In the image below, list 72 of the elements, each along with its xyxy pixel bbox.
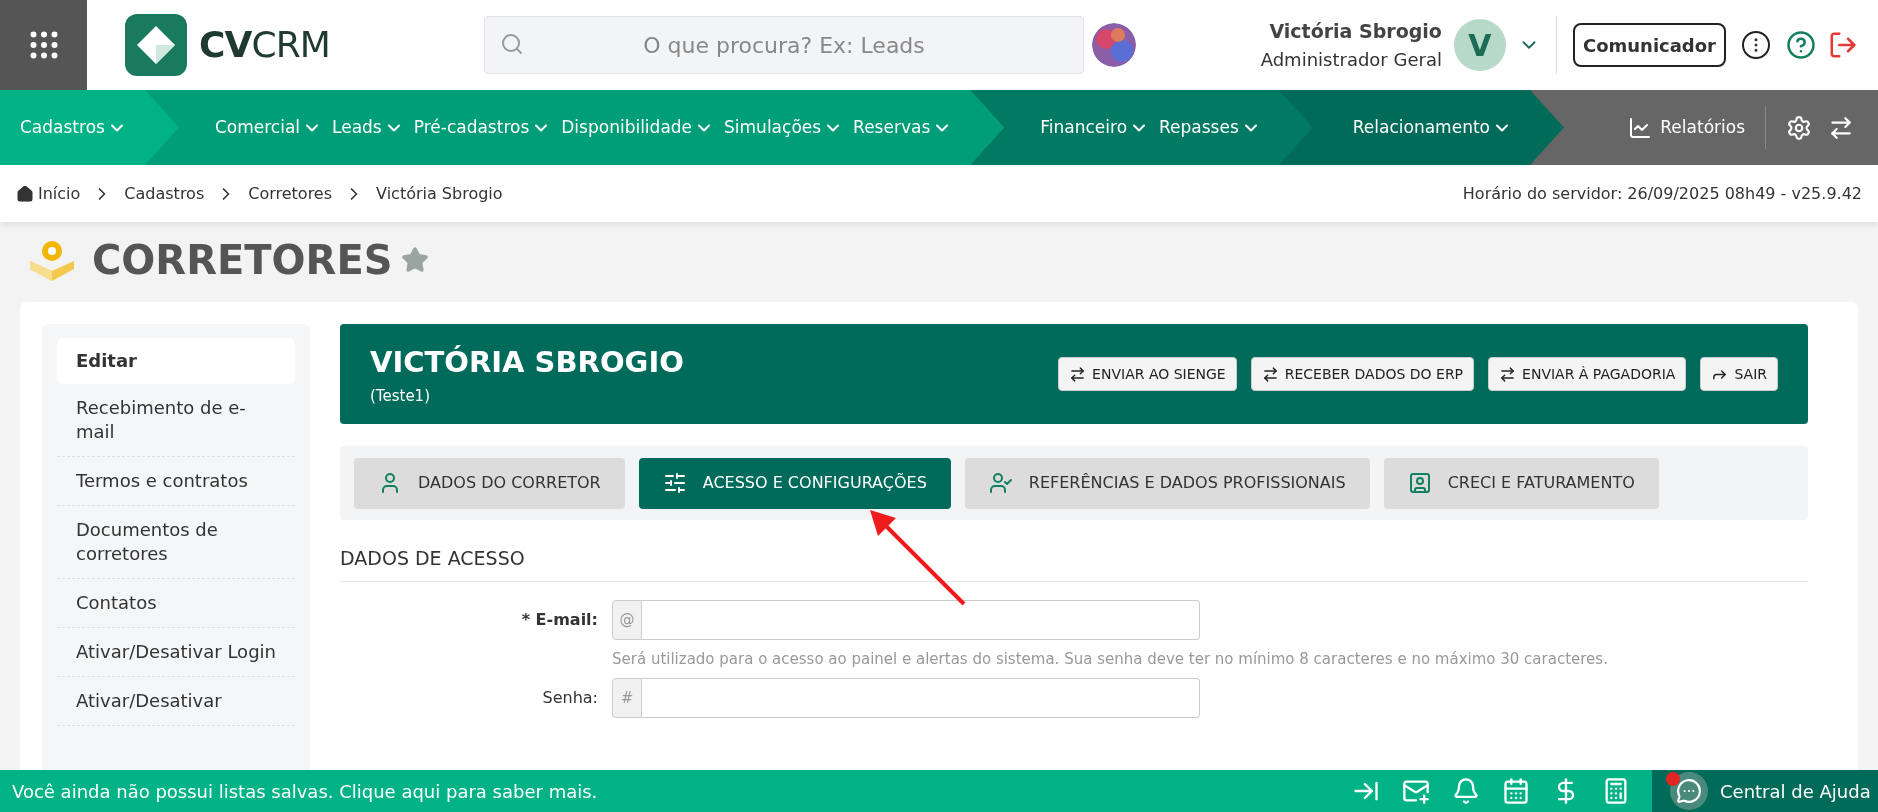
profile-subtitle: (Teste1) xyxy=(370,385,431,407)
input-addon: @ xyxy=(612,599,642,640)
tab[interactable]: REFERÊNCIAS E DADOS PROFISSIONAIS xyxy=(964,457,1370,509)
swap-icon xyxy=(1069,365,1087,383)
user-avatar[interactable]: V xyxy=(1453,19,1506,71)
chevron-icon xyxy=(936,123,949,132)
chart-icon xyxy=(1628,115,1653,140)
breadcrumb-link[interactable]: Início xyxy=(38,181,81,206)
help-icon[interactable] xyxy=(1786,30,1816,60)
search-field[interactable]: O que procura? Ex: Leads xyxy=(484,16,1084,74)
nav-menu-item[interactable]: Financeiro xyxy=(1040,114,1146,141)
sliders-icon xyxy=(662,471,687,495)
user-role: Administrador Geral xyxy=(1260,47,1442,72)
sidebar-item[interactable]: Ativar/Desativar Login xyxy=(57,628,295,677)
communicator-button[interactable]: Comunicador xyxy=(1572,23,1726,67)
nav-menu-item[interactable]: Repasses xyxy=(1159,114,1257,141)
sidebar-item[interactable]: Termos e contratos xyxy=(57,457,295,506)
action-button[interactable]: ENVIAR AO SIENGE xyxy=(1058,357,1237,391)
action-button[interactable]: ENVIAR À PAGADORIA xyxy=(1488,357,1687,391)
calendar-icon[interactable] xyxy=(1502,777,1530,805)
tab[interactable]: CRECI E FATURAMENTO xyxy=(1383,457,1659,509)
field-label: * E-mail: xyxy=(520,608,599,631)
chevron-icon xyxy=(1244,123,1257,132)
input-addon: # xyxy=(612,678,642,718)
swap-icon xyxy=(1261,365,1279,383)
server-time: Horário do servidor: 26/09/2025 08h49 - v25.9.42 xyxy=(1462,182,1862,205)
input-field[interactable] xyxy=(642,678,1200,718)
sidebar-item[interactable]: Recebimento de e-mail xyxy=(57,384,295,457)
id-card-icon xyxy=(1407,471,1432,495)
action-button[interactable]: RECEBER DADOS DO ERP xyxy=(1250,357,1475,391)
chevron-icon xyxy=(387,123,400,132)
reports-link[interactable]: Relatórios xyxy=(1628,106,1766,149)
breadcrumb-link[interactable]: Cadastros xyxy=(124,181,205,206)
person-check-icon xyxy=(988,471,1013,495)
chevron-icon xyxy=(698,123,711,132)
field-help: Será utilizado para o acesso ao painel e alertas do sistema. Sua senha deve ter no mínimo 8 caracteres e no máximo 30 caracteres. xyxy=(612,648,1609,670)
chevron-icon xyxy=(110,123,123,132)
swap-icon xyxy=(1499,365,1517,383)
user-name: Victória Sbrogio xyxy=(1269,19,1442,45)
more-icon[interactable] xyxy=(1742,31,1770,59)
chat-icon xyxy=(1676,778,1702,804)
profile-name: VICTÓRIA SBROGIO xyxy=(370,344,684,381)
settings-icon[interactable] xyxy=(1786,114,1812,141)
breadcrumb-link[interactable]: Victória Sbrogio xyxy=(376,181,503,206)
logout-icon[interactable] xyxy=(1828,30,1858,60)
help-center-button[interactable]: Central de Ajuda xyxy=(1652,770,1878,812)
sidebar-item[interactable]: Documentos de corretores xyxy=(57,506,295,579)
apps-menu-button[interactable] xyxy=(0,0,87,90)
tab[interactable]: DADOS DO CORRETOR xyxy=(354,457,625,509)
field-label: Senha: xyxy=(541,687,599,709)
logo-icon xyxy=(125,14,187,76)
chevron-icon xyxy=(1495,123,1508,132)
tab[interactable]: ACESSO E CONFIGURAÇÕES xyxy=(638,457,951,509)
home-icon xyxy=(16,184,34,203)
favorite-icon[interactable] xyxy=(400,246,429,274)
chevron-icon xyxy=(306,123,319,132)
search-icon xyxy=(500,32,524,56)
action-button[interactable]: SAIR xyxy=(1700,357,1778,391)
chevron-icon xyxy=(827,123,840,132)
sidebar-item[interactable]: Editar xyxy=(57,338,295,384)
sidebar-item[interactable]: Ativar/Desativar xyxy=(57,677,295,726)
breadcrumb-link[interactable]: Corretores xyxy=(248,181,333,206)
logo-text: CVCRM xyxy=(199,23,330,67)
swap-icon[interactable] xyxy=(1828,114,1854,141)
sidebar-item[interactable]: Contatos xyxy=(57,579,295,628)
input-field[interactable] xyxy=(642,599,1200,640)
bell-icon[interactable] xyxy=(1452,777,1480,805)
chevron-icon xyxy=(1133,123,1146,132)
nav-menu-item[interactable]: Relacionamento xyxy=(1352,114,1508,141)
chevron-icon xyxy=(535,123,548,132)
page-title: CORRETORES xyxy=(92,236,393,285)
section-title: DADOS DE ACESSO xyxy=(340,547,525,569)
